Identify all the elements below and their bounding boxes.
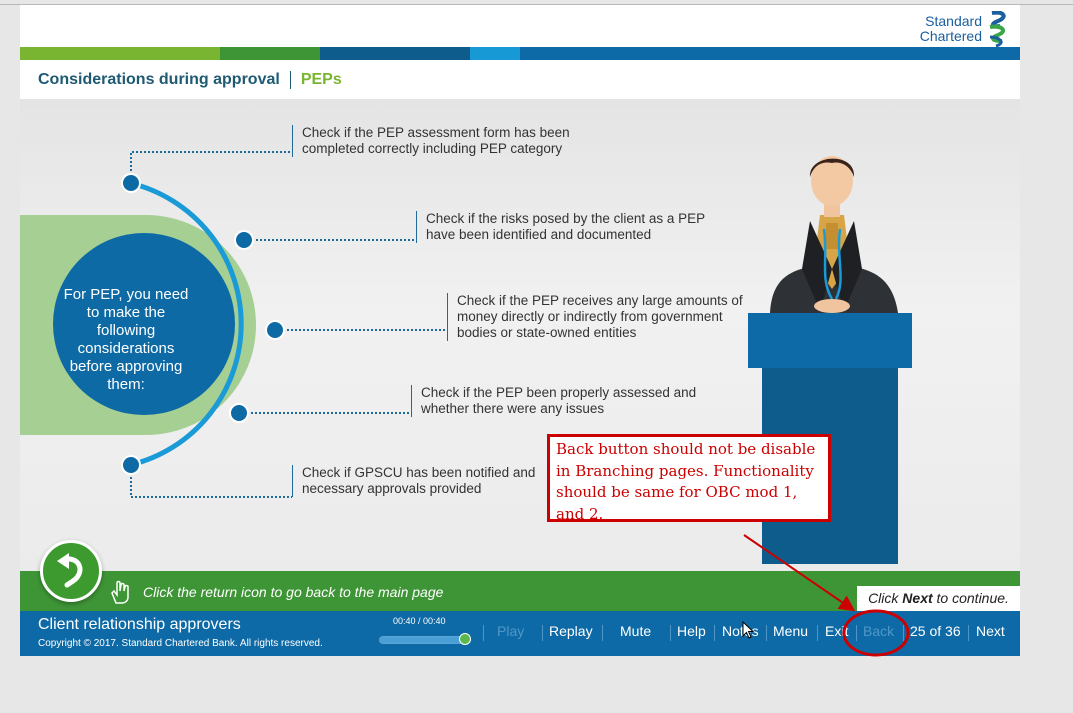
course-player: Standard Chartered Considerations during… <box>20 5 1020 656</box>
nav-divider <box>766 625 767 641</box>
logo-wave-icon <box>989 11 1006 47</box>
next-hint-bold: Next <box>902 590 933 606</box>
back-button[interactable]: Back <box>863 623 894 639</box>
page-title: Considerations during approval <box>38 71 280 88</box>
next-hint-prefix: Click <box>868 590 903 606</box>
slide-content: For PEP, you need to make the following … <box>20 99 1020 571</box>
next-hint: Click Next to continue. <box>857 586 1020 611</box>
nav-divider <box>856 625 857 641</box>
nav-divider <box>968 625 969 641</box>
menu-button[interactable]: Menu <box>773 623 808 639</box>
exit-button[interactable]: Exit <box>825 623 848 639</box>
play-button[interactable]: Play <box>497 623 524 639</box>
nav-divider <box>602 625 603 641</box>
consideration-item-5: Check if GPSCU has been notified and nec… <box>292 465 572 497</box>
replay-button[interactable]: Replay <box>549 623 593 639</box>
page-subtitle: PEPs <box>300 71 342 88</box>
header-color-bar <box>20 47 1020 60</box>
consideration-item-2: Check if the risks posed by the client a… <box>416 211 726 243</box>
return-arrow-icon <box>57 553 83 588</box>
page-header: Considerations during approval PEPs <box>38 71 342 89</box>
nav-divider <box>483 625 484 641</box>
hand-pointer-icon <box>111 580 129 604</box>
course-title: Client relationship approvers <box>38 616 241 633</box>
nav-divider <box>817 625 818 641</box>
return-button[interactable] <box>40 540 102 602</box>
next-button[interactable]: Next <box>976 623 1005 639</box>
timer: 00:40 / 00:40 <box>393 616 446 626</box>
logo-line-1: Standard <box>925 13 982 29</box>
logo-line-2: Chartered <box>919 28 982 44</box>
center-circle-text: For PEP, you need to make the following … <box>63 286 189 393</box>
mute-button[interactable]: Mute <box>620 623 651 639</box>
header-divider <box>289 71 291 89</box>
nav-divider <box>542 625 543 641</box>
nav-divider <box>903 625 904 641</box>
nav-divider <box>670 625 671 641</box>
nav-divider <box>714 625 715 641</box>
progress-knob[interactable] <box>459 633 471 645</box>
consideration-item-4: Check if the PEP been properly assessed … <box>411 385 711 417</box>
annotation-callout: Back button should not be disable in Bra… <box>547 434 831 523</box>
next-hint-suffix: to continue. <box>932 590 1009 606</box>
consideration-item-1: Check if the PEP assessment form has bee… <box>292 125 602 157</box>
page-counter: 25 of 36 <box>910 623 961 639</box>
progress-slider[interactable] <box>379 636 471 644</box>
consideration-item-3: Check if the PEP receives any large amou… <box>447 293 747 341</box>
progress-fill <box>380 637 470 643</box>
copyright: Copyright © 2017. Standard Chartered Ban… <box>38 638 323 649</box>
player-controls: Client relationship approvers Copyright … <box>20 611 1020 656</box>
return-instruction: Click the return icon to go back to the … <box>143 584 444 600</box>
mouse-cursor-icon <box>742 621 755 639</box>
help-button[interactable]: Help <box>677 623 706 639</box>
standard-chartered-logo: Standard Chartered <box>920 11 1010 47</box>
